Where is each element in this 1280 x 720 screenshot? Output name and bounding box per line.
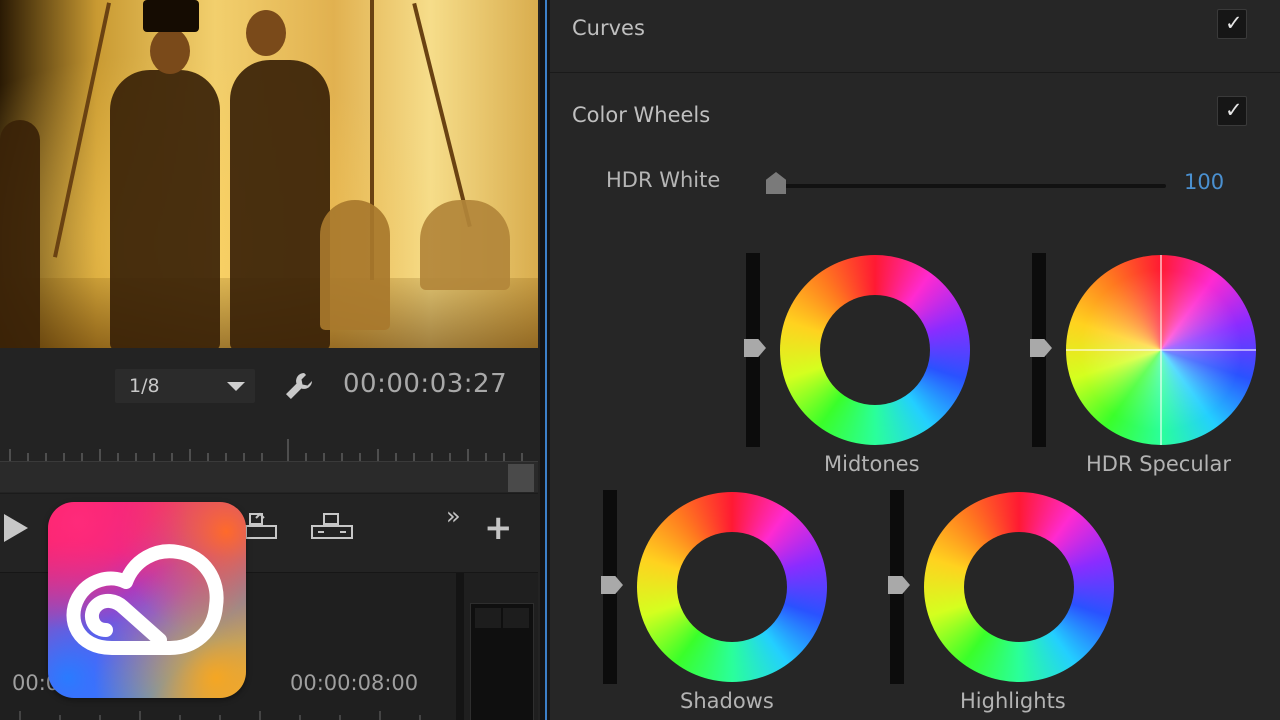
wrench-icon[interactable] [282,369,316,403]
panel-divider[interactable] [456,573,464,720]
hdr-white-slider-thumb[interactable] [766,172,786,194]
hdr-specular-wheel-group [1030,253,1262,453]
curves-enable-checkbox[interactable]: ✓ [1217,9,1247,39]
timeline-ruler[interactable] [0,709,456,720]
midtones-label: Midtones [824,452,920,476]
highlights-color-wheel[interactable] [924,492,1114,682]
extract-icon[interactable] [310,512,354,542]
monitor-controls: 1/8 00:00:03:27 [0,355,540,415]
highlights-label: Highlights [960,689,1066,713]
lumetri-color-panel: Curves ✓ Color Wheels ✓ HDR White 100 Mi… [550,0,1280,720]
checkmark-icon: ✓ [1225,98,1243,122]
checkmark-icon: ✓ [1225,11,1243,35]
midtones-slider-thumb[interactable] [744,339,766,357]
midtones-wheel-group [744,253,976,453]
curves-section-header[interactable]: Curves [572,16,645,40]
video-preview [0,0,538,348]
more-chevron-icon[interactable]: » [446,502,461,530]
color-wheels-enable-checkbox[interactable]: ✓ [1217,96,1247,126]
hdr-specular-slider-thumb[interactable] [1030,339,1052,357]
play-icon[interactable] [4,514,28,542]
hdr-white-label: HDR White [606,168,721,192]
scrollbar-handle[interactable] [508,464,534,492]
active-panel-indicator [545,0,547,720]
playback-resolution-value: 1/8 [129,375,160,397]
lift-icon[interactable] [244,512,278,542]
color-wheels-section-header[interactable]: Color Wheels [572,103,710,127]
crosshair-vertical [1160,255,1162,445]
hdr-white-value[interactable]: 100 [1184,170,1224,194]
creative-cloud-logo [48,502,246,698]
monitor-time-ruler[interactable] [0,435,538,462]
shadows-wheel-group [601,490,833,690]
panel-splitter[interactable] [540,0,550,720]
shadows-slider-thumb[interactable] [601,576,623,594]
playhead-timecode[interactable]: 00:00:03:27 [343,369,507,399]
timeline-timecode-marker: 00:00:08:00 [290,671,419,695]
highlights-wheel-group [888,490,1120,690]
audio-meter [470,603,534,720]
hdr-specular-color-wheel[interactable] [1066,255,1256,445]
highlights-slider-thumb[interactable] [888,576,910,594]
shadows-color-wheel[interactable] [637,492,827,682]
chevron-down-icon [227,382,245,391]
shadows-label: Shadows [680,689,774,713]
monitor-zoom-scrollbar[interactable] [0,462,538,492]
playback-resolution-select[interactable]: 1/8 [115,369,255,403]
hdr-white-slider-track[interactable] [776,184,1166,188]
add-button-icon[interactable]: + [484,508,513,548]
midtones-color-wheel[interactable] [780,255,970,445]
hdr-specular-label: HDR Specular [1086,452,1232,476]
section-divider [550,72,1280,73]
program-monitor-panel: 1/8 00:00:03:27 » + 00:0 00:00:08:00 [0,0,540,720]
